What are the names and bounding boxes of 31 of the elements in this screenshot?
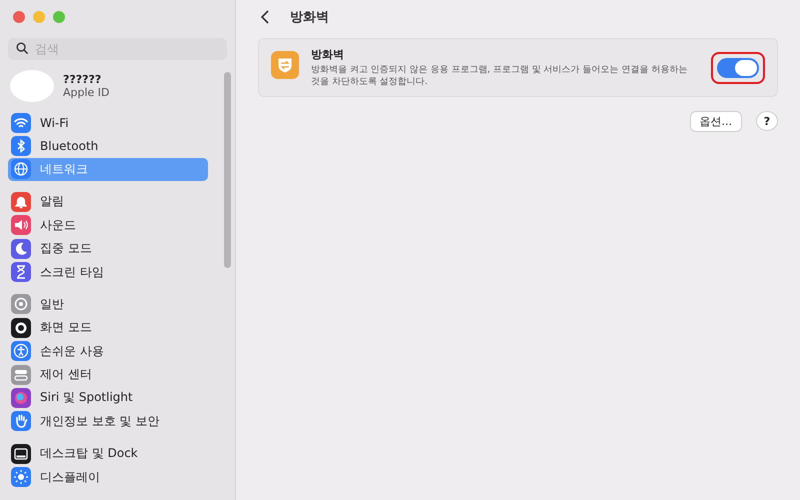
scrollbar[interactable] [224, 72, 231, 268]
chevron-left-icon [260, 10, 270, 24]
close-window-button[interactable] [13, 11, 25, 23]
options-button[interactable]: 옵션... [690, 111, 742, 132]
toggle-switch[interactable] [717, 58, 759, 78]
sidebar-item[interactable]: 일반 [8, 292, 208, 316]
account-name: ?????? [63, 73, 102, 86]
sidebar-item[interactable]: 디스플레이 [8, 465, 208, 489]
minimize-window-button[interactable] [33, 11, 45, 23]
help-button[interactable]: ? [756, 111, 778, 132]
setting-title: 방화벽 [311, 47, 345, 62]
sidebar-item[interactable]: 손쉬운 사용 [8, 340, 208, 363]
sidebar-item[interactable]: 개인정보 보호 및 보안 [8, 410, 208, 434]
account-subtitle: Apple ID [63, 86, 110, 99]
avatar [10, 70, 54, 102]
sidebar-item[interactable]: 스크린 타임 [8, 260, 208, 284]
sidebar-item[interactable]: 데스크탑 및 Dock [8, 442, 208, 466]
sidebar-item[interactable]: 집중 모드 [8, 236, 208, 260]
back-button[interactable] [260, 10, 270, 24]
sidebar-item[interactable]: Bluetooth [8, 134, 208, 158]
sidebar-item[interactable]: 화면 모드 [8, 316, 208, 340]
sidebar-item[interactable]: 사운드 [8, 214, 208, 237]
sidebar-item[interactable]: 알림 [8, 190, 208, 214]
sidebar-item[interactable]: 제어 센터 [8, 362, 208, 386]
zoom-window-button[interactable] [53, 11, 65, 23]
page-title: 방화벽 [290, 9, 329, 26]
search-icon [16, 42, 29, 55]
setting-description: 방화벽을 켜고 인증되지 않은 응용 프로그램, 프로그램 및 서비스가 들어오는 연결을 허용하는 것을 차단하도록 설정합니다. [311, 64, 688, 88]
sidebar-item[interactable]: Siri 및 Spotlight [8, 386, 208, 410]
firewall-icon [271, 51, 299, 79]
sidebar-item[interactable]: Wi-Fi [8, 111, 208, 134]
